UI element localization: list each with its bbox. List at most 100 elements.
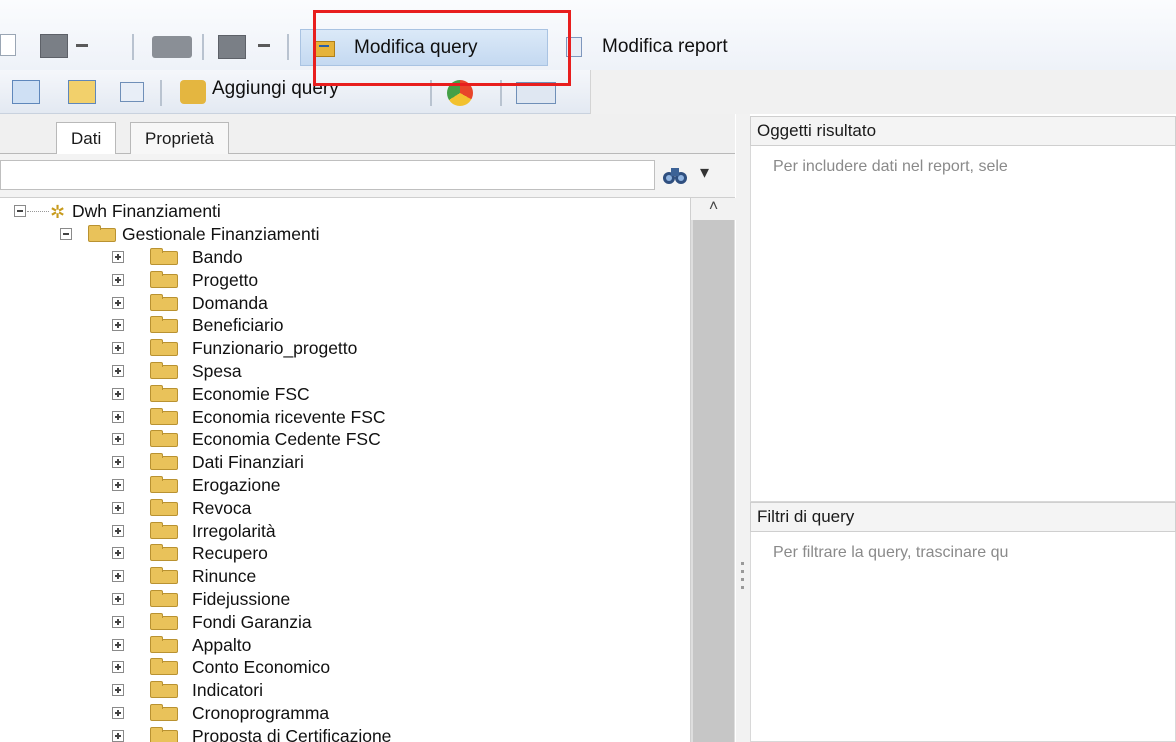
layout-view-icon[interactable] <box>120 82 144 102</box>
expand-icon[interactable] <box>112 387 124 400</box>
tree-folder-item[interactable]: Irregolarità <box>0 520 690 543</box>
tree-folder-label: Cronoprogramma <box>192 703 330 723</box>
save-icon[interactable] <box>40 34 68 58</box>
expand-icon[interactable] <box>112 319 124 332</box>
tree-folder-item[interactable]: Economia ricevente FSC <box>0 406 690 429</box>
expand-icon[interactable] <box>112 570 124 583</box>
expand-icon[interactable] <box>112 273 124 286</box>
expand-icon[interactable] <box>112 479 124 491</box>
toolbar-separator <box>430 80 432 106</box>
tree-folder-item[interactable]: Indicatori <box>0 679 690 702</box>
tree-folder-item[interactable]: Domanda <box>0 292 690 315</box>
tree-scrollbar[interactable]: ˄ <box>690 198 736 742</box>
result-objects-hint: Per includere dati nel report, sele <box>773 158 1008 175</box>
expand-icon[interactable] <box>112 661 124 674</box>
folder-icon <box>150 339 178 357</box>
folder-icon <box>150 270 178 288</box>
tree-folder-item[interactable]: Rinunce <box>0 565 690 588</box>
query-panel: Oggetti risultato Per includere dati nel… <box>736 114 1176 742</box>
expand-icon[interactable] <box>112 593 124 605</box>
tree-folder-item[interactable]: Fidejussione <box>0 588 690 611</box>
tree-folder-label: Beneficiario <box>192 315 284 336</box>
tab-dati[interactable]: Dati <box>56 122 117 154</box>
tab-proprieta[interactable]: Proprietà <box>130 122 229 154</box>
expand-icon[interactable] <box>112 342 124 355</box>
tree-folder-label: Economie FSC <box>192 383 310 404</box>
query-icon <box>315 41 335 57</box>
tree-folder-item[interactable]: Bando <box>0 246 690 269</box>
open-folder-icon <box>88 225 116 242</box>
query-filters-dropzone[interactable]: Per filtrare la query, trascinare qu <box>750 532 1176 742</box>
tree-group[interactable]: Gestionale Finanziamenti <box>0 223 690 246</box>
tree-folder-item[interactable]: Economia Cedente FSC <box>0 428 690 451</box>
query-toolbar: Aggiungi query <box>0 70 1176 114</box>
expand-icon[interactable] <box>112 365 124 377</box>
add-query-button[interactable]: Aggiungi query <box>212 78 339 100</box>
folder-icon <box>150 293 178 311</box>
scrollbar-thumb[interactable] <box>693 220 734 742</box>
result-objects-header: Oggetti risultato <box>750 116 1176 146</box>
folder-icon <box>150 407 178 425</box>
tree-folder-item[interactable]: Conto Economico <box>0 656 690 679</box>
search-options-dropdown[interactable]: ▾ <box>700 162 709 183</box>
expand-icon[interactable] <box>112 638 124 651</box>
tree-root-label: Dwh Finanziamenti <box>72 201 221 221</box>
scroll-up-icon[interactable]: ˄ <box>691 198 736 220</box>
export-icon[interactable] <box>218 35 246 59</box>
tree-folder-item[interactable]: Appalto <box>0 634 690 657</box>
tree-folder-item[interactable]: Cronoprogramma <box>0 702 690 725</box>
result-objects-dropzone[interactable]: Per includere dati nel report, sele <box>750 146 1176 502</box>
toolbar-separator <box>132 34 134 60</box>
tree-folder-item[interactable]: Revoca <box>0 497 690 520</box>
export-dropdown-icon[interactable] <box>258 44 270 47</box>
expand-icon[interactable] <box>112 251 124 263</box>
tree-folder-item[interactable]: Progetto <box>0 269 690 292</box>
tree-folder-item[interactable]: Dati Finanziari <box>0 451 690 474</box>
expand-icon[interactable] <box>112 547 124 560</box>
tree-folder-item[interactable]: Erogazione <box>0 474 690 497</box>
new-document-icon[interactable] <box>0 34 16 56</box>
tree-folder-item[interactable]: Fondi Garanzia <box>0 611 690 634</box>
tree-folder-label: Bando <box>192 247 243 267</box>
tree-folder-item[interactable]: Recupero <box>0 542 690 565</box>
search-input[interactable] <box>0 160 655 190</box>
tree-folder-item[interactable]: Economie FSC <box>0 383 690 406</box>
tree-group-label: Gestionale Finanziamenti <box>122 224 320 244</box>
print-icon[interactable] <box>152 36 192 58</box>
panel-splitter[interactable] <box>736 114 750 742</box>
tree-folder-item[interactable]: Funzionario_progetto <box>0 337 690 360</box>
expand-icon[interactable] <box>112 729 124 742</box>
binoculars-icon[interactable] <box>662 163 688 187</box>
expand-icon[interactable] <box>112 615 124 628</box>
folder-icon <box>150 726 178 742</box>
modify-query-button[interactable]: Modifica query <box>300 29 548 66</box>
properties-icon[interactable] <box>516 82 556 104</box>
tree-folder-label: Recupero <box>192 543 268 564</box>
splitter-grip <box>741 570 744 573</box>
refresh-data-icon[interactable] <box>447 80 473 106</box>
universe-icon: ✲ <box>50 202 66 222</box>
tree-folder-item[interactable]: Spesa <box>0 360 690 383</box>
data-view-icon[interactable] <box>12 80 40 104</box>
structure-view-icon[interactable] <box>68 80 96 104</box>
splitter-grip <box>741 586 744 589</box>
expand-icon[interactable] <box>112 433 124 446</box>
folder-icon <box>150 248 178 265</box>
collapse-icon[interactable] <box>60 228 72 240</box>
expand-icon[interactable] <box>112 524 124 537</box>
expand-icon[interactable] <box>112 707 124 719</box>
tree-folder-label: Spesa <box>192 361 242 381</box>
folder-icon <box>150 704 178 721</box>
folder-icon <box>150 316 178 334</box>
expand-icon[interactable] <box>112 456 124 469</box>
expand-icon[interactable] <box>112 296 124 309</box>
modify-report-button[interactable]: Modifica report <box>602 36 728 58</box>
collapse-icon[interactable] <box>14 205 26 217</box>
save-dropdown-icon[interactable] <box>76 44 88 47</box>
tree-folder-item[interactable]: Proposta di Certificazione <box>0 725 690 742</box>
expand-icon[interactable] <box>112 501 124 514</box>
tree-folder-item[interactable]: Beneficiario <box>0 314 690 337</box>
tree-root[interactable]: ✲ Dwh Finanziamenti <box>0 200 690 223</box>
expand-icon[interactable] <box>112 410 124 423</box>
expand-icon[interactable] <box>112 684 124 697</box>
